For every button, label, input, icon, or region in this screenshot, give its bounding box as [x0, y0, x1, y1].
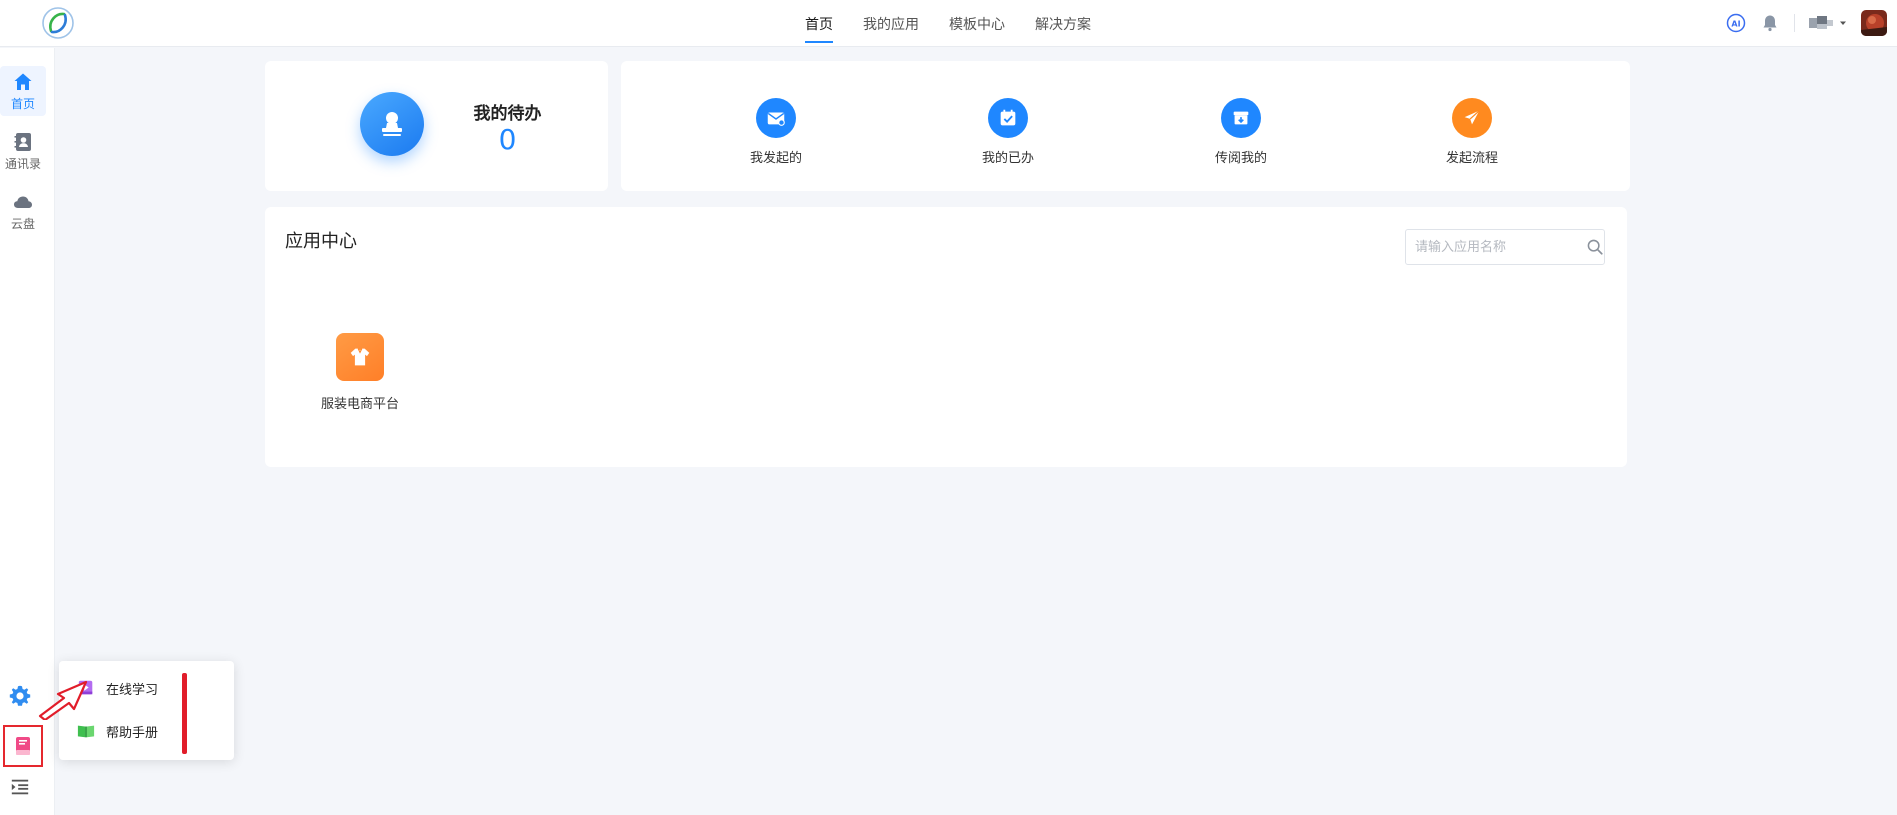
help-book-button[interactable]	[3, 725, 43, 767]
sidebar-item-cloud[interactable]: 云盘	[0, 186, 46, 236]
contacts-icon	[14, 132, 31, 151]
calendar-check-icon	[988, 98, 1028, 138]
settings-button[interactable]	[0, 681, 40, 711]
arrow-annotation-icon	[38, 680, 88, 720]
quick-action-start-process[interactable]: 发起流程	[1412, 98, 1532, 166]
bell-icon[interactable]	[1760, 13, 1780, 33]
sidebar-item-contacts[interactable]: 通讯录	[0, 126, 46, 176]
quick-action-label: 发起流程	[1445, 151, 1498, 166]
app-tile-label: 服装电商平台	[320, 397, 399, 412]
mail-icon	[756, 98, 796, 138]
app-search-box	[1405, 229, 1605, 265]
book-open-icon	[77, 725, 95, 738]
sidebar-item-label: 通讯录	[4, 156, 41, 171]
todo-count[interactable]: 0	[460, 123, 555, 156]
book-icon	[16, 737, 30, 755]
inbox-icon	[1221, 98, 1261, 138]
help-item-label: 在线学习	[106, 682, 159, 698]
quick-action-initiated[interactable]: 我发起的	[716, 98, 836, 166]
quick-action-label: 我的已办	[981, 151, 1034, 166]
tab-template-center[interactable]: 模板中心	[934, 0, 1020, 47]
tab-solutions[interactable]: 解决方案	[1020, 0, 1106, 47]
sidebar-item-label: 首页	[10, 96, 35, 111]
app-center-title: 应用中心	[285, 231, 357, 252]
quick-action-label: 传阅我的	[1214, 151, 1267, 166]
app-search-input[interactable]	[1406, 230, 1585, 264]
app-center-card: 应用中心 服装电商平台	[265, 207, 1627, 467]
sidebar-item-label: 云盘	[10, 216, 35, 231]
avatar[interactable]	[1861, 10, 1887, 36]
paper-plane-icon	[1452, 98, 1492, 138]
todo-stamp-icon	[360, 92, 424, 156]
indent-icon	[11, 779, 29, 795]
help-item-manual[interactable]: 帮助手册	[77, 719, 158, 743]
org-logo-icon	[1809, 16, 1833, 29]
todo-title: 我的待办	[473, 104, 542, 124]
top-right-tools: AI	[1726, 8, 1887, 38]
help-item-online-learning[interactable]: 在线学习	[77, 676, 158, 700]
quick-action-done[interactable]: 我的已办	[948, 98, 1068, 166]
shirt-icon	[336, 333, 384, 381]
tab-home[interactable]: 首页	[790, 0, 848, 47]
quick-action-label: 我发起的	[749, 151, 802, 166]
divider	[1794, 14, 1795, 32]
top-navigation: 首页 我的应用 模板中心 解决方案	[790, 0, 1106, 47]
quick-action-circulated[interactable]: 传阅我的	[1181, 98, 1301, 166]
ai-assistant-icon[interactable]: AI	[1726, 13, 1746, 33]
menu-collapse-button[interactable]	[0, 772, 40, 802]
highlight-bar	[182, 673, 187, 754]
app-tile[interactable]: 服装电商平台	[305, 333, 415, 412]
quick-actions-card: 我发起的 我的已办 传阅我的 发起流程	[621, 61, 1630, 191]
search-icon[interactable]	[1585, 230, 1604, 264]
sidebar-item-home[interactable]: 首页	[0, 66, 46, 116]
logo[interactable]	[40, 5, 76, 41]
cloud-icon	[14, 196, 32, 208]
top-bar: 首页 我的应用 模板中心 解决方案 AI	[0, 0, 1897, 47]
home-icon	[14, 73, 32, 90]
gear-icon	[9, 685, 31, 706]
todo-card[interactable]: 我的待办 0	[265, 61, 608, 191]
help-item-label: 帮助手册	[106, 725, 159, 741]
tab-my-apps[interactable]: 我的应用	[848, 0, 934, 47]
org-switcher[interactable]	[1809, 15, 1847, 31]
caret-down-icon	[1840, 21, 1846, 25]
svg-text:AI: AI	[1731, 19, 1740, 28]
